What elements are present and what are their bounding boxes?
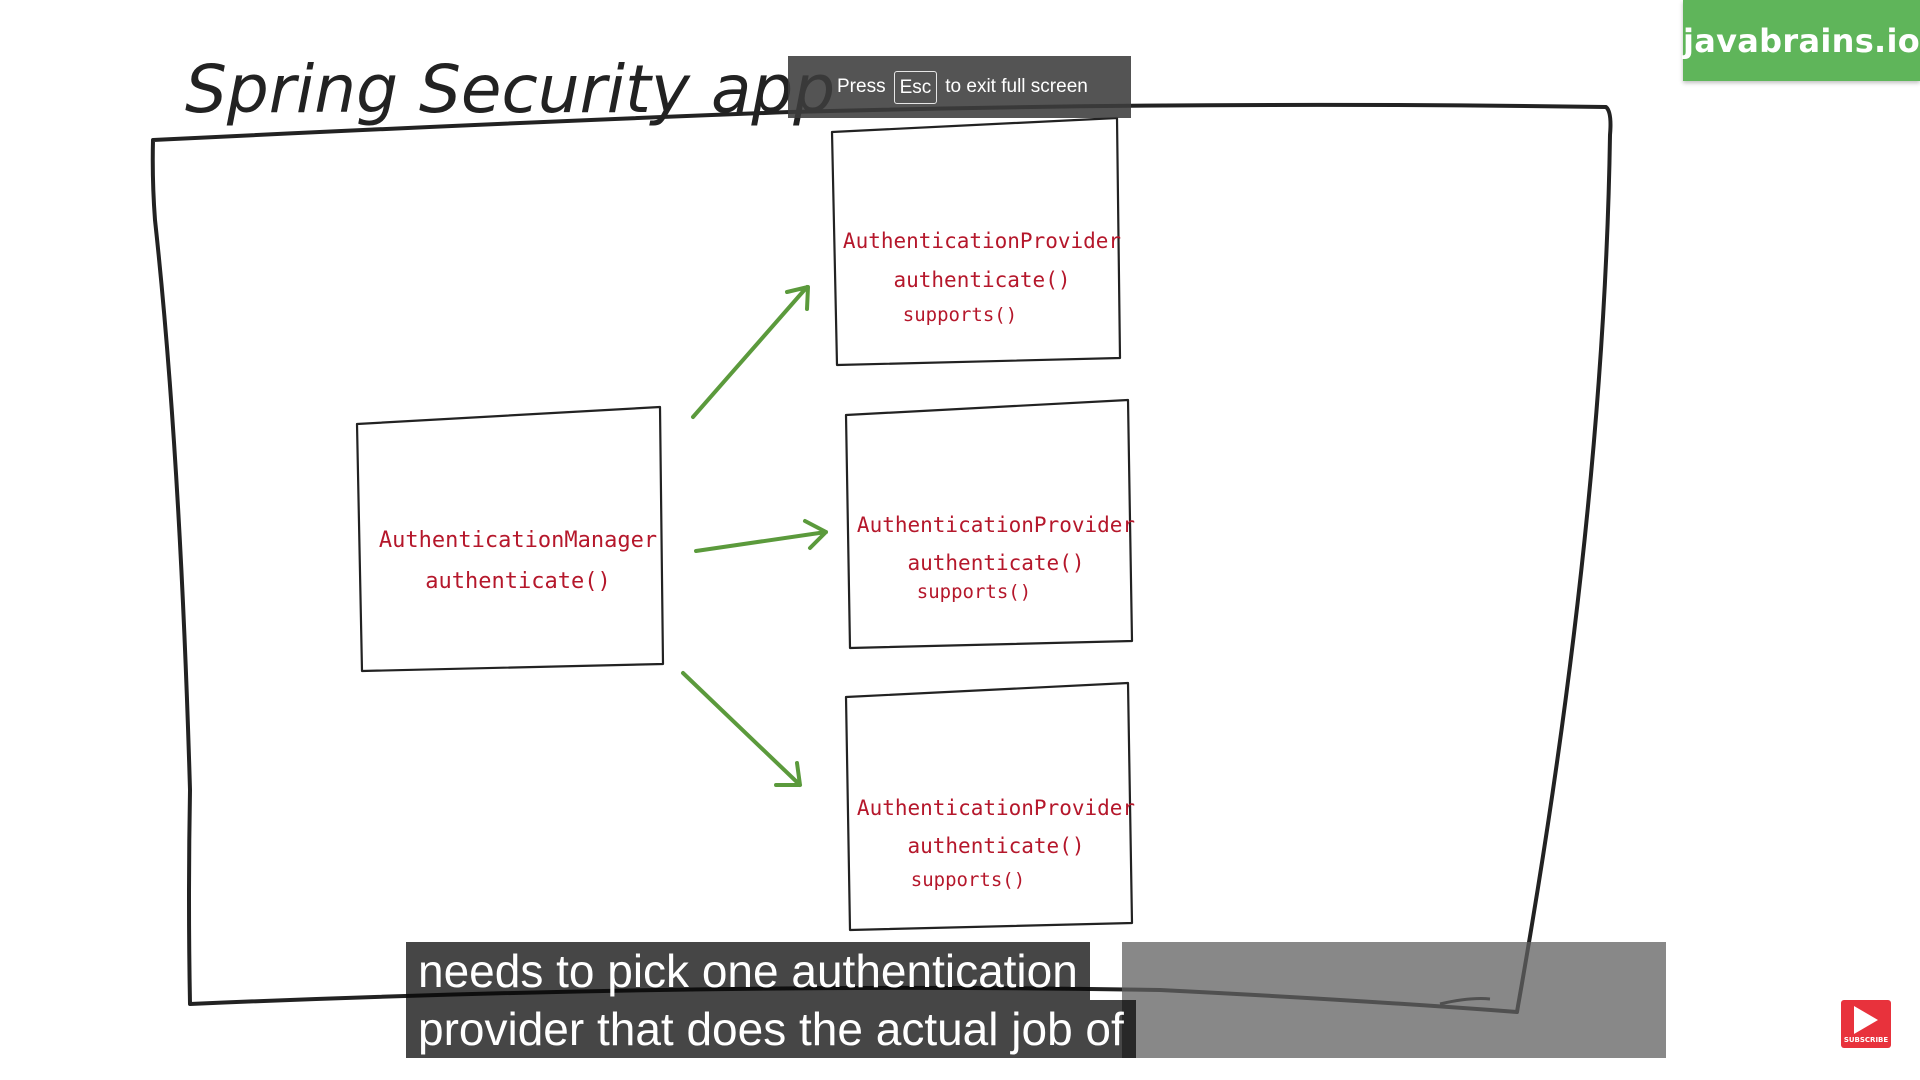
subscribe-label: SUBSCRIBE xyxy=(1843,1036,1889,1044)
provider-2-method-supports: supports() xyxy=(917,581,1031,603)
arrow-to-provider-1 xyxy=(691,285,810,419)
play-icon xyxy=(1854,1006,1878,1034)
provider-2-method-authenticate: authenticate() xyxy=(907,551,1084,575)
provider-3-method-authenticate: authenticate() xyxy=(907,834,1084,858)
brand-badge: javabrains.io xyxy=(1683,0,1920,81)
provider-1-name: AuthenticationProvider xyxy=(843,229,1121,253)
caption-band xyxy=(1122,942,1666,1058)
manager-name: AuthenticationManager xyxy=(379,528,657,553)
caption-line-1: needs to pick one authentication xyxy=(406,942,1090,1000)
provider-2-name: AuthenticationProvider xyxy=(857,513,1135,537)
video-frame: Spring Security app AuthenticationManage… xyxy=(0,0,1920,1080)
fullscreen-hint-prefix: Press xyxy=(837,76,886,97)
caption-line-2: provider that does the actual job of xyxy=(406,1000,1136,1058)
provider-1-method-authenticate: authenticate() xyxy=(893,268,1070,292)
arrow-to-provider-3 xyxy=(681,671,802,787)
fullscreen-hint-suffix: to exit full screen xyxy=(945,76,1088,97)
manager-method: authenticate() xyxy=(425,569,610,594)
whiteboard-diagram: Spring Security app AuthenticationManage… xyxy=(150,51,1613,1014)
brand-text: javabrains.io xyxy=(1682,21,1920,60)
provider-3-name: AuthenticationProvider xyxy=(857,796,1135,820)
esc-key-badge: Esc xyxy=(893,70,938,104)
provider-3-method-supports: supports() xyxy=(911,869,1025,891)
arrow-to-provider-2 xyxy=(694,519,828,553)
fullscreen-exit-hint: Press Esc to exit full screen xyxy=(788,56,1131,118)
diagram-title: Spring Security app xyxy=(185,51,835,128)
subscribe-button[interactable]: SUBSCRIBE xyxy=(1841,1000,1891,1048)
provider-1-method-supports: supports() xyxy=(903,304,1017,326)
